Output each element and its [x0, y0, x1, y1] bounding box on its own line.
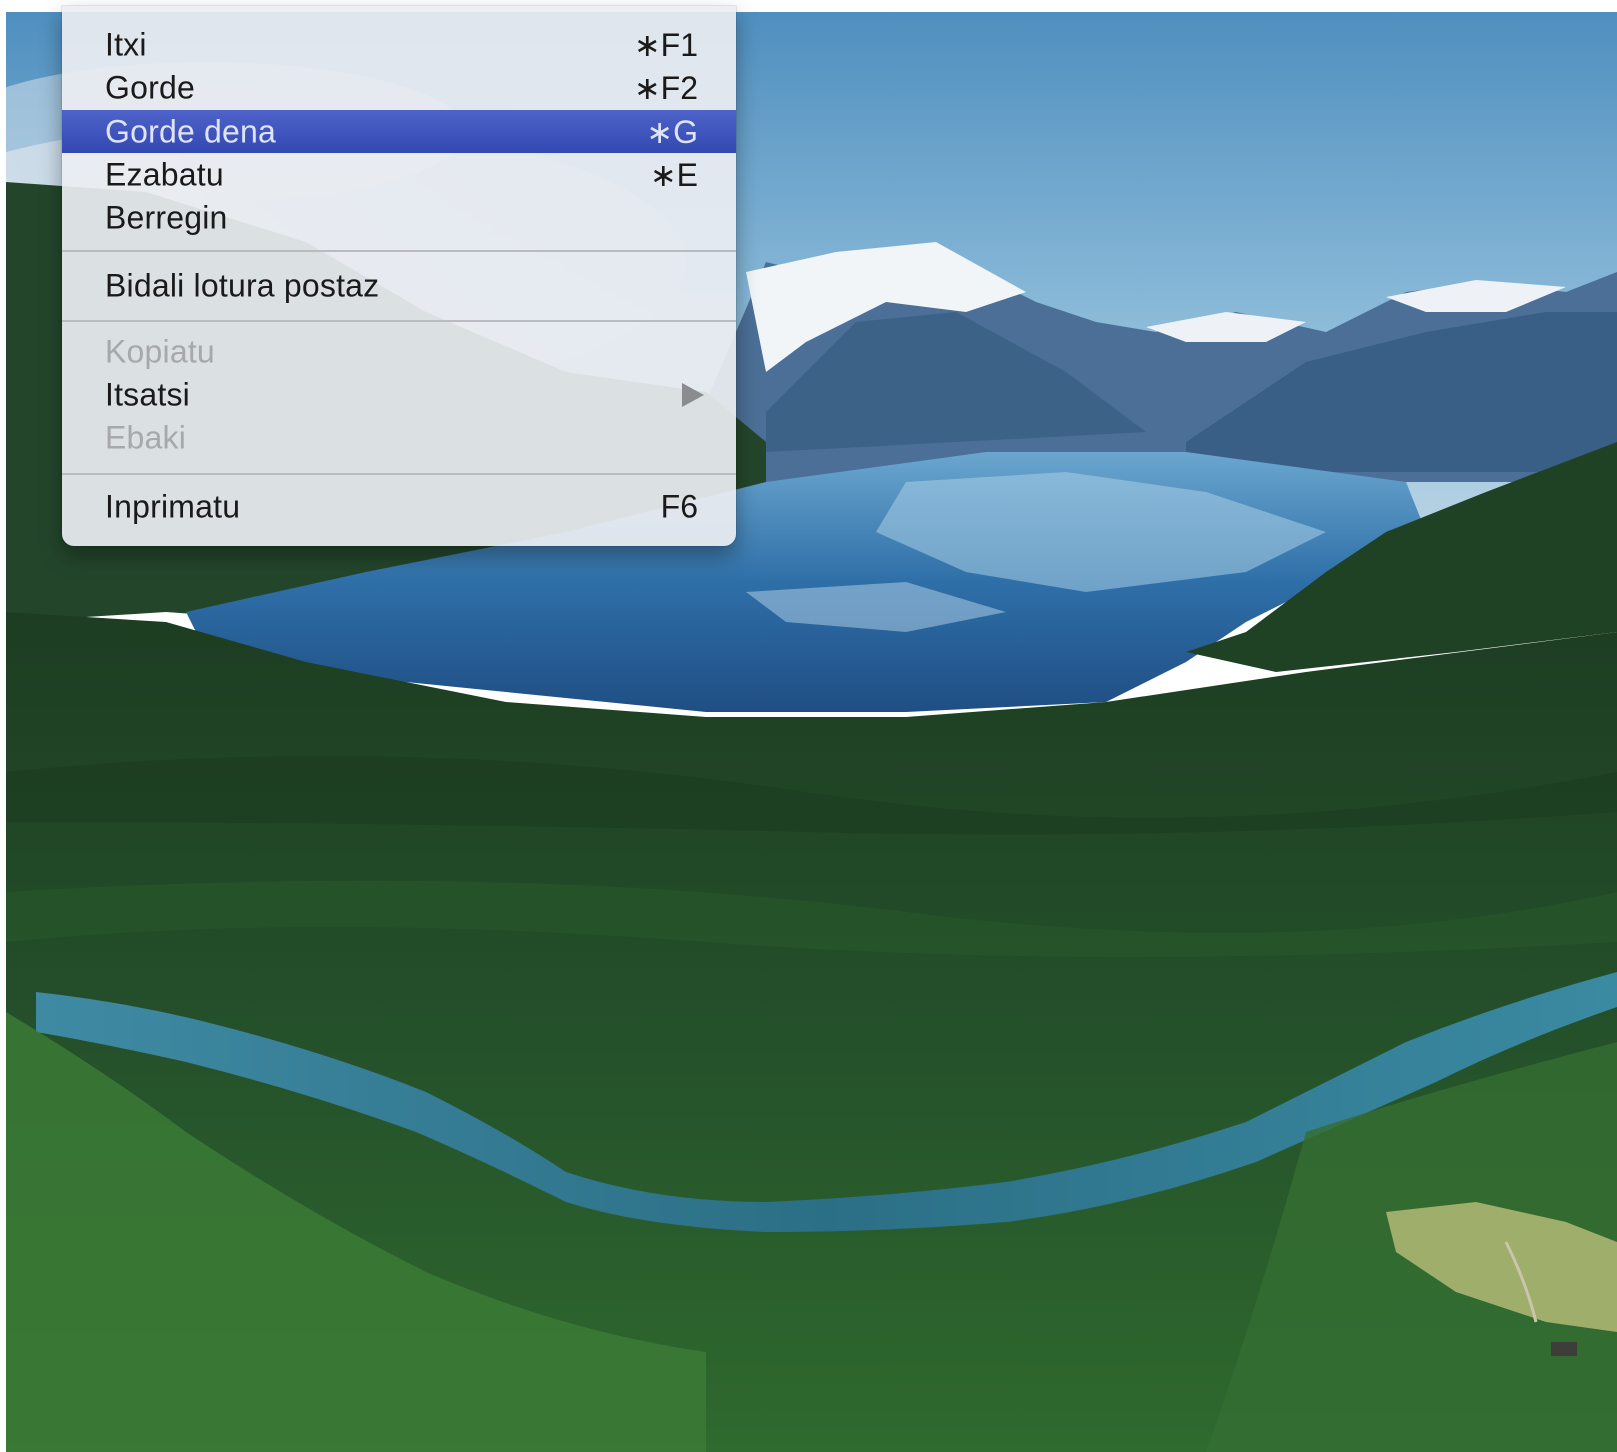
menu-item-label: Itsatsi — [105, 376, 190, 412]
context-menu: Itxi ∗F1 Gorde ∗F2 Gorde dena ∗G Ezabatu… — [62, 6, 736, 546]
menu-separator — [62, 473, 736, 475]
menu-item-label: Itxi — [105, 26, 147, 62]
menu-separator — [62, 320, 736, 322]
menu-item-shortcut: ∗F2 — [633, 69, 698, 106]
menu-item-label: Ebaki — [105, 419, 187, 455]
menu-item-berregin[interactable]: Berregin — [62, 196, 736, 239]
menu-item-kopiatu: Kopiatu — [62, 330, 736, 373]
menu-item-gorde[interactable]: Gorde ∗F2 — [62, 66, 736, 109]
menu-item-label: Gorde — [105, 69, 195, 105]
desktop-screen: Itxi ∗F1 Gorde ∗F2 Gorde dena ∗G Ezabatu… — [0, 0, 1617, 1452]
menu-item-shortcut: ∗F1 — [633, 26, 698, 63]
menu-separator — [62, 250, 736, 252]
menu-item-label: Inprimatu — [105, 488, 241, 524]
menu-item-label: Berregin — [105, 199, 228, 235]
triangle-right-icon — [682, 382, 704, 407]
menu-item-itsatsi[interactable]: Itsatsi — [62, 373, 736, 416]
menu-item-ezabatu[interactable]: Ezabatu ∗E — [62, 153, 736, 196]
menu-item-shortcut: ∗G — [646, 113, 698, 150]
menu-item-shortcut: F6 — [660, 488, 698, 524]
menu-item-ebaki: Ebaki — [62, 416, 736, 459]
menu-item-bidali-lotura-postaz[interactable]: Bidali lotura postaz — [62, 264, 736, 307]
menu-item-shortcut: ∗E — [649, 156, 698, 193]
menu-item-itxi[interactable]: Itxi ∗F1 — [62, 23, 736, 66]
menu-item-label: Kopiatu — [105, 333, 215, 369]
menu-item-label: Ezabatu — [105, 156, 224, 192]
menu-item-label: Gorde dena — [105, 113, 277, 149]
menu-item-gorde-dena[interactable]: Gorde dena ∗G — [62, 110, 736, 153]
menu-item-label: Bidali lotura postaz — [105, 267, 380, 303]
menu-item-inprimatu[interactable]: Inprimatu F6 — [62, 485, 736, 528]
